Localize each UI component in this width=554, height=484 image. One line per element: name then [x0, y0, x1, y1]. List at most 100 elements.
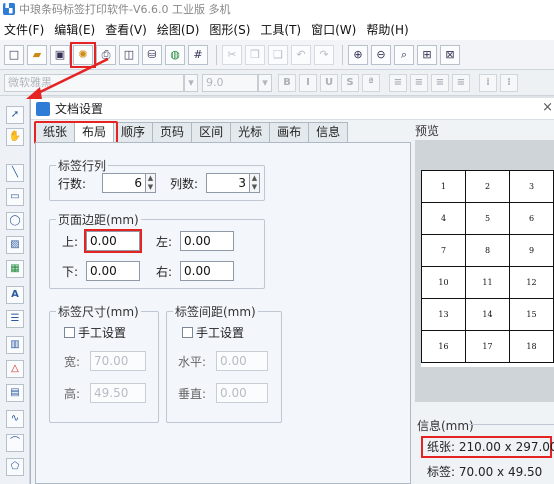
picture-tool-icon[interactable]: ▦ [6, 260, 24, 278]
database-icon[interactable]: ⛁ [142, 44, 162, 65]
paste-icon[interactable]: ❏ [268, 44, 288, 65]
cols-spinner[interactable]: ▲ ▼ [250, 173, 260, 193]
distribute-icon[interactable]: ⁞ [479, 73, 497, 92]
preview-cell: 18 [509, 330, 554, 363]
label-width-input[interactable]: 70.00 [90, 351, 146, 371]
tab-canvas[interactable]: 画布 [269, 122, 310, 142]
menu-shape[interactable]: 图形(S) [209, 21, 250, 38]
italic-button[interactable]: I [299, 73, 317, 92]
preview-cell: 5 [465, 202, 510, 235]
preview-cell: 11 [465, 266, 510, 299]
shape-tool-icon[interactable]: △ [6, 360, 24, 378]
spacing-icon[interactable]: ⁝ [500, 73, 518, 92]
label-height-label: 高: [64, 387, 81, 401]
barcode-tool-icon[interactable]: ▥ [6, 336, 24, 354]
menu-file[interactable]: 文件(F) [4, 21, 44, 38]
undo-icon[interactable]: ↶ [291, 44, 311, 65]
strikethrough-button[interactable]: S [341, 73, 359, 92]
paper-size-info: 纸张: 210.00 x 297.00 [421, 436, 554, 458]
label-spacing-manual-checkbox[interactable] [182, 327, 193, 338]
rows-label: 行数: [58, 177, 87, 191]
preview-cell: 4 [421, 202, 466, 235]
preview-cell: 9 [509, 234, 554, 267]
margin-right-input[interactable]: 0.00 [180, 261, 234, 281]
copy-icon[interactable]: ❐ [245, 44, 265, 65]
actual-size-icon[interactable]: ⊠ [440, 44, 460, 65]
line-tool-icon[interactable]: ╲ [6, 164, 24, 182]
align-left-icon[interactable]: ≡ [389, 73, 407, 92]
spacing-v-input[interactable]: 0.00 [216, 383, 268, 403]
pan-icon[interactable]: ✋ [6, 128, 24, 146]
ellipse-tool-icon[interactable]: ◯ [6, 212, 24, 230]
curve-tool-icon[interactable]: ∿ [6, 410, 24, 428]
tab-order[interactable]: 顺序 [113, 122, 154, 142]
preview-cell: 14 [465, 298, 510, 331]
spacing-h-input[interactable]: 0.00 [216, 351, 268, 371]
annotation-arrow [26, 57, 109, 99]
font-size-select[interactable]: 9.0 [202, 73, 258, 92]
select-pointer-icon[interactable]: ➚ [6, 106, 24, 124]
menu-bar: 文件(F) 编辑(E) 查看(V) 绘图(D) 图形(S) 工具(T) 窗口(W… [0, 18, 554, 40]
title-bar: ▚ 中琅条码标签打印软件-V6.6.0 工业版 多机 [0, 0, 554, 18]
paragraph-tool-icon[interactable]: ☰ [6, 310, 24, 328]
cols-input[interactable]: 3 [206, 173, 250, 193]
tab-info[interactable]: 信息 [308, 122, 349, 142]
print-preview-icon[interactable]: ◫ [119, 44, 139, 65]
chevron-down-icon[interactable]: ▾ [184, 73, 198, 92]
label-width-label: 宽: [64, 355, 81, 369]
tab-cursor[interactable]: 光标 [230, 122, 271, 142]
app-icon: ▚ [3, 3, 15, 15]
rectangle-tool-icon[interactable]: ▭ [6, 188, 24, 206]
superscript-button[interactable]: ª [362, 73, 380, 92]
tab-highlight-box [34, 121, 118, 144]
preview-cell: 16 [421, 330, 466, 363]
settings-palette-icon[interactable]: ◍ [165, 44, 185, 65]
menu-help[interactable]: 帮助(H) [366, 21, 408, 38]
fit-page-icon[interactable]: ⊞ [417, 44, 437, 65]
grid-icon[interactable]: # [188, 44, 208, 65]
tab-range[interactable]: 区间 [191, 122, 232, 142]
rows-spinner[interactable]: ▲ ▼ [146, 173, 156, 193]
label-size-legend: 标签尺寸(mm) [58, 305, 139, 319]
align-right-icon[interactable]: ≡ [431, 73, 449, 92]
cut-icon[interactable]: ✂ [222, 44, 242, 65]
table-tool-icon[interactable]: ▤ [6, 384, 24, 402]
menu-draw[interactable]: 绘图(D) [157, 21, 200, 38]
preview-cell: 17 [465, 330, 510, 363]
zoom-out-icon[interactable]: ⊖ [371, 44, 391, 65]
margin-left-input[interactable]: 0.00 [180, 231, 234, 251]
align-justify-icon[interactable]: ≡ [452, 73, 470, 92]
align-center-icon[interactable]: ≡ [410, 73, 428, 92]
chevron-down-icon[interactable]: ▾ [258, 73, 272, 92]
preview-label: 预览 [415, 124, 440, 138]
arc-tool-icon[interactable]: ⌒ [6, 434, 24, 452]
menu-edit[interactable]: 编辑(E) [54, 21, 95, 38]
close-icon[interactable]: × [542, 100, 553, 115]
menu-tools[interactable]: 工具(T) [260, 21, 301, 38]
zoom-icon[interactable]: ⌕ [394, 44, 414, 65]
label-height-input[interactable]: 49.50 [90, 383, 146, 403]
menu-view[interactable]: 查看(V) [105, 21, 147, 38]
bold-button[interactable]: B [278, 73, 296, 92]
margin-bottom-label: 下: [62, 265, 79, 279]
zoom-in-icon[interactable]: ⊕ [348, 44, 368, 65]
preview-cell: 6 [509, 202, 554, 235]
label-size-manual-checkbox[interactable] [64, 327, 75, 338]
redo-icon[interactable]: ↷ [314, 44, 334, 65]
spacing-h-label: 水平: [178, 355, 207, 369]
margin-top-input[interactable]: 0.00 [84, 229, 142, 253]
preview-cell: 3 [509, 170, 554, 203]
text-tool-icon[interactable]: A [6, 286, 24, 304]
margin-bottom-input[interactable]: 0.00 [86, 261, 140, 281]
info-divider [469, 424, 554, 425]
polygon-tool-icon[interactable]: ⬠ [6, 458, 24, 476]
preview-cell: 7 [421, 234, 466, 267]
menu-window[interactable]: 窗口(W) [311, 21, 356, 38]
image-tool-icon[interactable]: ▨ [6, 236, 24, 254]
preview-cell: 12 [509, 266, 554, 299]
layout-tab-pane: 标签行列 行数: 6 ▲ ▼ 列数: 3 ▲ ▼ 页面边距(mm) 上: 0.00 … [35, 142, 411, 484]
cols-label: 列数: [170, 177, 199, 191]
underline-button[interactable]: U [320, 73, 338, 92]
tab-page-number[interactable]: 页码 [152, 122, 193, 142]
rows-input[interactable]: 6 [102, 173, 146, 193]
